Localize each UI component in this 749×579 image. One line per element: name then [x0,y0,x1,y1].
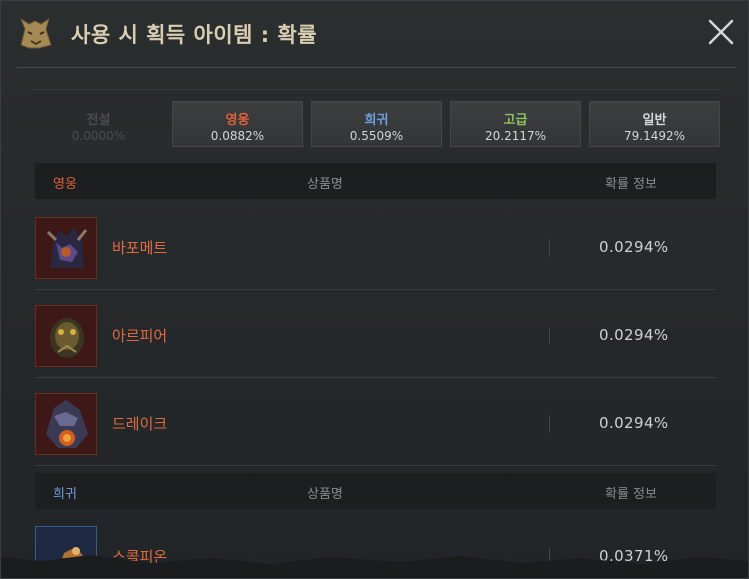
tab-normal[interactable]: 일반 79.1492% [589,101,720,147]
drake-icon [35,393,97,455]
column-divider [549,415,550,433]
tab-percentage: 79.1492% [623,129,686,143]
tab-rare[interactable]: 희귀 0.5509% [311,101,442,147]
item-row[interactable]: 바포메트 0.0294% [35,203,716,290]
section-grade-label: 희귀 [53,487,77,502]
tab-percentage: 0.5509% [349,129,404,143]
tab-label: 희귀 [364,113,389,128]
item-name: 아르피어 [112,327,168,345]
title-divider [17,67,737,68]
section-header-rare: 희귀 상품명 확률 정보 [35,473,716,509]
window-title: 사용 시 획득 아이템 : 확률 [71,23,318,47]
title-bar: 사용 시 획득 아이템 : 확률 [1,1,748,67]
column-item-name: 상품명 [307,487,343,502]
section-header-heroic: 영웅 상품명 확률 정보 [35,163,716,199]
item-probability: 0.0294% [599,326,669,344]
baphomet-icon [35,217,97,279]
probability-window: 사용 시 획득 아이템 : 확률 전설 0.0000% 영웅 0.0882% 희… [0,0,749,579]
tab-heroic[interactable]: 영웅 0.0882% [172,101,303,147]
item-row[interactable]: 아르피어 0.0294% [35,291,716,378]
tab-advanced[interactable]: 고급 20.2117% [450,101,581,147]
tab-label: 영웅 [225,113,250,128]
item-row[interactable]: 드레이크 0.0294% [35,379,716,466]
close-icon[interactable] [705,16,737,48]
grade-tabs: 전설 0.0000% 영웅 0.0882% 희귀 0.5509% 고급 20.2… [33,101,723,149]
tabs-top-divider [29,89,723,90]
tab-label: 일반 [642,113,667,128]
tab-percentage: 0.0000% [71,129,126,143]
tab-label: 전설 [86,113,111,128]
section-grade-label: 영웅 [53,177,77,192]
tab-percentage: 0.0882% [210,129,265,143]
item-probability: 0.0294% [599,238,669,256]
item-name: 드레이크 [112,415,168,433]
torn-edge-decoration [1,555,748,578]
column-item-name: 상품명 [307,177,343,192]
item-name: 바포메트 [112,239,168,257]
tab-legendary: 전설 0.0000% [33,101,164,147]
column-probability: 확률 정보 [605,487,657,502]
column-divider [549,239,550,257]
wolf-head-icon [17,15,55,51]
column-divider [549,327,550,345]
tab-label: 고급 [503,113,528,128]
tab-percentage: 20.2117% [484,129,547,143]
item-probability: 0.0294% [599,414,669,432]
arpier-icon [35,305,97,367]
column-probability: 확률 정보 [605,177,657,192]
